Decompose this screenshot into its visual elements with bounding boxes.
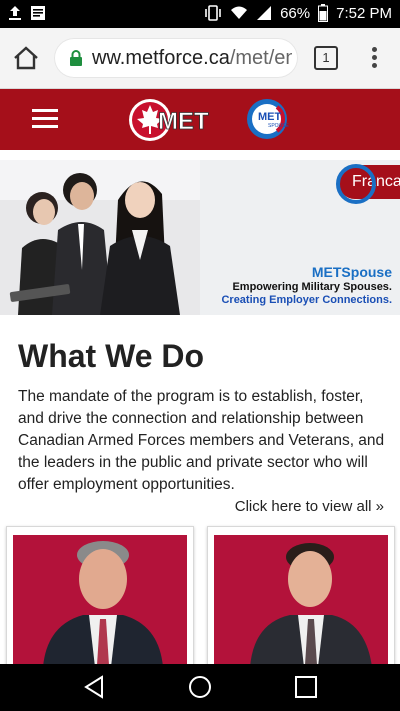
- battery-percent: 66%: [280, 4, 311, 22]
- video-card[interactable]: [6, 526, 194, 668]
- status-bar: 66% 7:52 PM: [0, 0, 400, 28]
- recents-icon[interactable]: [292, 673, 320, 701]
- address-bar[interactable]: ww.metforce.ca/met/en/: [54, 38, 298, 78]
- back-icon[interactable]: [80, 673, 108, 701]
- android-nav-bar: [0, 664, 400, 711]
- url-domain: ww.metforce.ca: [92, 47, 230, 69]
- home-nav-icon[interactable]: [186, 673, 214, 701]
- lock-icon: [70, 50, 82, 66]
- business-people-photo: [0, 160, 200, 315]
- video-thumbnail[interactable]: [214, 535, 388, 667]
- overflow-menu-icon[interactable]: [366, 44, 382, 72]
- tab-switcher-button[interactable]: 1: [314, 46, 338, 70]
- view-all-link[interactable]: Click here to view all »: [235, 498, 384, 515]
- wifi-icon: [231, 6, 248, 19]
- hamburger-menu-icon[interactable]: [32, 109, 58, 129]
- clock: 7:52 PM: [336, 4, 392, 22]
- hero-tagline: Empowering Military Spouses.: [232, 281, 392, 293]
- video-cards: [0, 526, 400, 668]
- hero-tagline-2: Creating Employer Connections.: [221, 294, 392, 306]
- page-title: What We Do: [18, 338, 205, 374]
- hero-brand: METSpouse: [311, 264, 392, 280]
- met-logo-text: MET: [158, 108, 209, 135]
- met-logo[interactable]: MET: [128, 96, 218, 144]
- metspouse-logo[interactable]: MET SPOUSE: [246, 98, 306, 140]
- video-card[interactable]: [207, 526, 395, 668]
- signal-icon: [257, 6, 272, 20]
- notes-icon: [31, 6, 45, 20]
- metspouse-badge-icon: [336, 164, 376, 204]
- site-header: MET MET SPOUSE: [0, 89, 400, 150]
- metspouse-logo-sub: SPOUSE: [268, 123, 290, 129]
- battery-icon: [318, 4, 329, 22]
- mandate-paragraph: The mandate of the program is to establi…: [18, 388, 385, 493]
- metspouse-logo-text: MET: [258, 111, 282, 123]
- url-text: ww.metforce.ca/met/en/: [92, 47, 292, 70]
- browser-toolbar: ww.metforce.ca/met/en/ 1: [0, 28, 400, 89]
- hero-text: METSpouse Empowering Military Spouses. C…: [221, 264, 392, 306]
- home-icon[interactable]: [10, 42, 42, 74]
- vibrate-icon: [205, 5, 221, 21]
- upload-icon: [9, 6, 21, 20]
- url-path: /met/en/: [229, 47, 292, 69]
- video-thumbnail[interactable]: [13, 535, 187, 667]
